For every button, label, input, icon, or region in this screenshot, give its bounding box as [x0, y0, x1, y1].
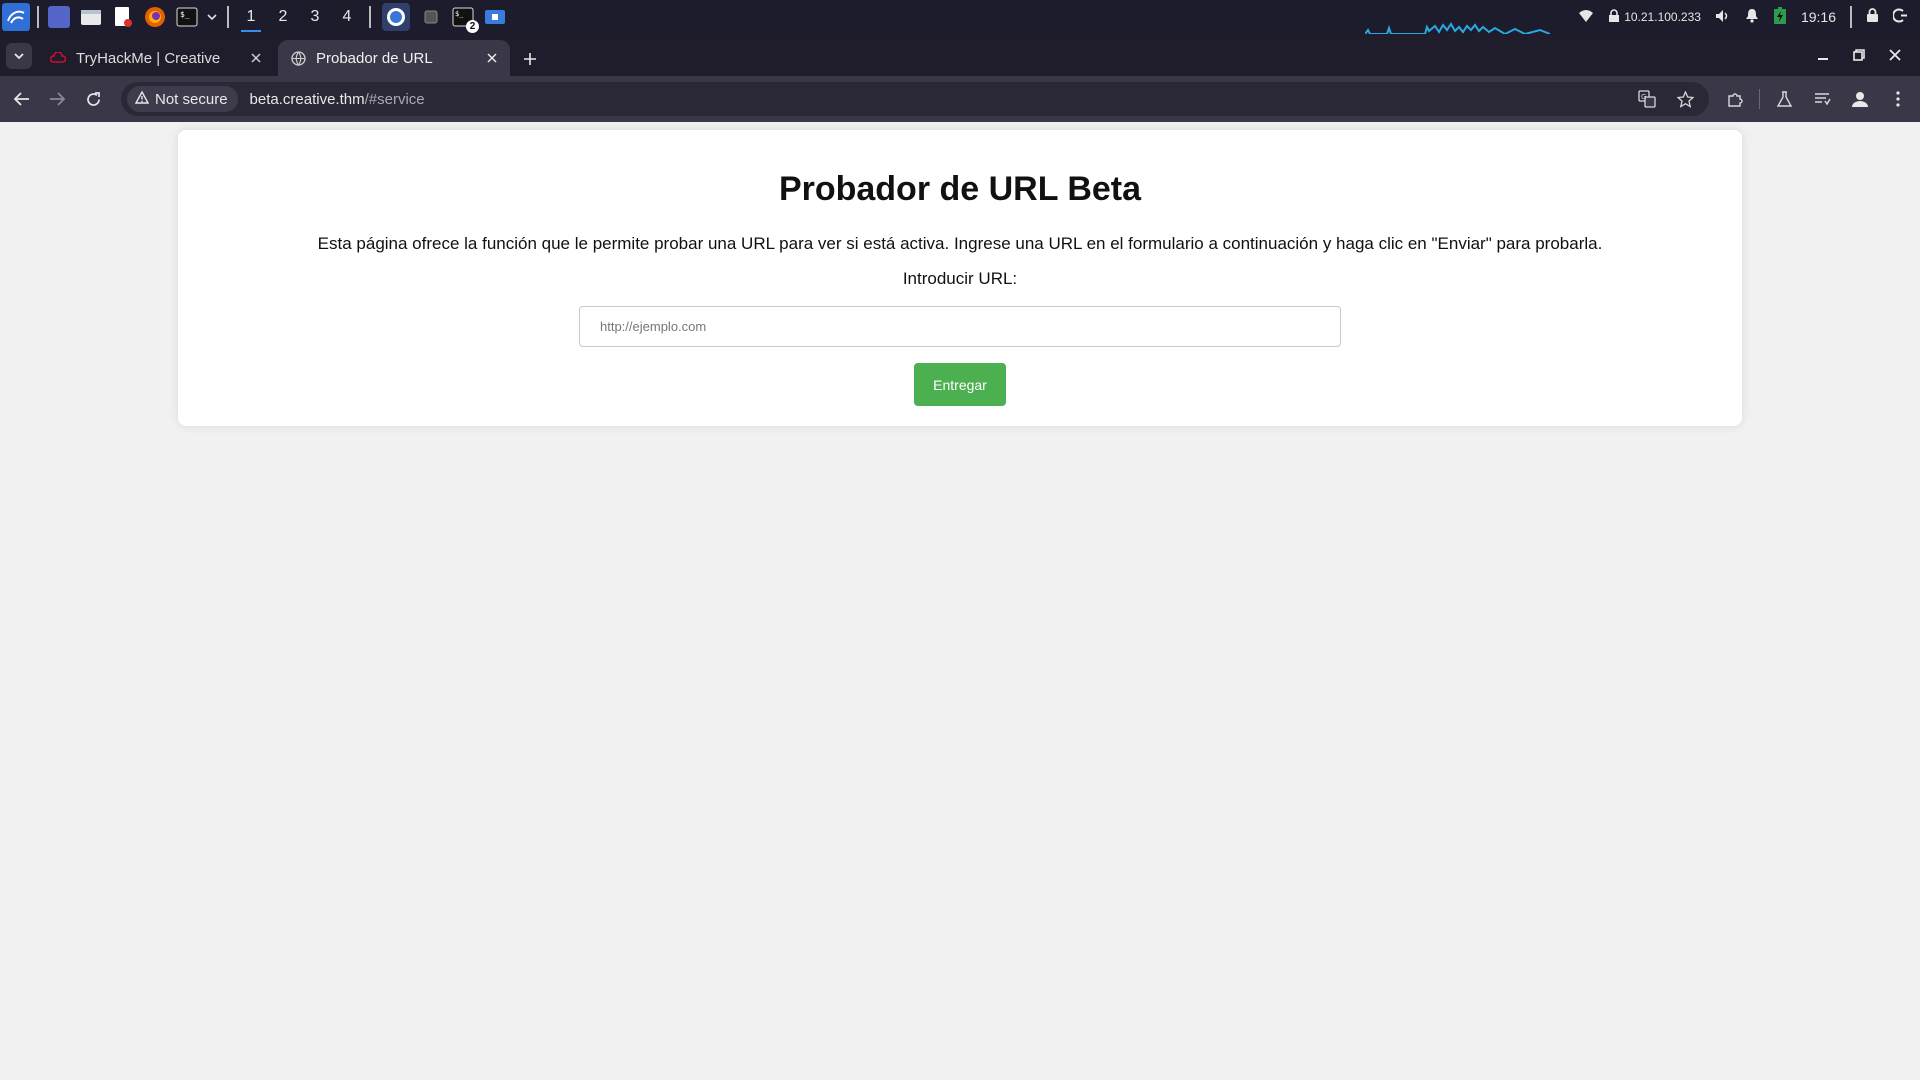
extensions-puzzle-icon[interactable]	[1721, 85, 1749, 113]
reading-list-icon[interactable]	[1808, 85, 1836, 113]
url-input-label: Introducir URL:	[902, 269, 1018, 288]
bookmark-star-icon[interactable]	[1673, 87, 1697, 111]
system-tray: 10.21.100.233 19:16	[1578, 0, 1920, 34]
url-host: beta.creative.thm	[249, 90, 365, 108]
file-manager-icon[interactable]	[80, 6, 102, 28]
taskbar-separator	[37, 6, 39, 28]
close-window-icon[interactable]	[1884, 44, 1906, 66]
translate-icon[interactable]: G	[1635, 87, 1659, 111]
toolbar-actions	[1721, 85, 1912, 113]
workspace-4-button[interactable]: 4	[331, 0, 363, 34]
svg-text:$_: $_	[180, 10, 190, 19]
clock-label[interactable]: 19:16	[1801, 9, 1836, 25]
taskbar-separator	[369, 6, 371, 28]
tray-separator	[1850, 6, 1852, 28]
labs-flask-icon[interactable]	[1770, 85, 1798, 113]
battery-icon[interactable]	[1773, 6, 1787, 28]
url-path: /#service	[364, 90, 425, 108]
firefox-icon[interactable]	[144, 6, 166, 28]
close-tab-icon[interactable]	[246, 48, 266, 68]
ip-address-label: 10.21.100.233	[1624, 10, 1701, 24]
logout-icon[interactable]	[1892, 8, 1908, 26]
url-text[interactable]: beta.creative.thm/#service	[250, 91, 425, 108]
new-tab-button[interactable]	[518, 47, 542, 71]
security-label: Not secure	[155, 90, 228, 108]
reload-button[interactable]	[79, 85, 107, 113]
workspace-3-button[interactable]: 3	[299, 0, 331, 34]
volume-icon[interactable]	[1715, 9, 1731, 26]
close-tab-icon[interactable]	[482, 48, 502, 68]
url-tester-card: Probador de URL Beta Esta página ofrece …	[178, 130, 1742, 426]
tab-probador-de-url[interactable]: Probador de URL	[278, 40, 510, 76]
security-indicator[interactable]: Not secure	[127, 86, 238, 112]
submit-button[interactable]: Entregar	[914, 363, 1006, 406]
globe-icon	[290, 50, 306, 66]
page-viewport: Probador de URL Beta Esta página ofrece …	[0, 122, 1920, 1080]
tab-title: TryHackMe | Creative	[76, 49, 221, 67]
back-button[interactable]	[8, 85, 36, 113]
wifi-icon[interactable]	[1578, 9, 1594, 26]
terminal-icon[interactable]: $_	[176, 6, 198, 28]
restore-icon[interactable]	[1848, 44, 1870, 66]
chromium-window-icon[interactable]	[382, 3, 410, 31]
kali-menu-icon[interactable]	[2, 3, 30, 31]
os-taskbar: $_ 1 2 3 4 $_ 2 10.21.100.233 19:16	[0, 0, 1920, 34]
url-input[interactable]	[579, 306, 1341, 347]
terminal-count-badge: 2	[466, 20, 479, 33]
text-editor-icon[interactable]	[112, 6, 134, 28]
forward-button[interactable]	[43, 85, 71, 113]
screenshot-tool-icon[interactable]	[484, 6, 506, 28]
tab-title: Probador de URL	[316, 49, 433, 67]
lock-screen-icon[interactable]	[1866, 8, 1879, 26]
svg-text:G: G	[1641, 93, 1646, 101]
more-menu-icon[interactable]	[1884, 85, 1912, 113]
tab-search-button[interactable]	[6, 43, 32, 69]
workspace-1-button[interactable]: 1	[235, 0, 267, 34]
page-description: Esta página ofrece la función que le per…	[317, 234, 1603, 253]
address-bar[interactable]: Not secure beta.creative.thm/#service G	[121, 82, 1709, 116]
minimize-icon[interactable]	[1812, 44, 1834, 66]
vpn-status[interactable]: 10.21.100.233	[1608, 8, 1701, 26]
show-desktop-icon[interactable]	[48, 6, 70, 28]
chevron-down-icon[interactable]	[206, 6, 218, 28]
workspace-2-button[interactable]: 2	[267, 0, 299, 34]
taskbar-launchers: $_ 1 2 3 4 $_ 2	[0, 0, 511, 34]
address-bar-actions: G	[1635, 87, 1697, 111]
warning-triangle-icon	[134, 90, 150, 108]
vpn-lock-icon	[1608, 8, 1620, 26]
terminal-window-icon[interactable]: $_ 2	[452, 6, 479, 33]
profile-avatar-icon[interactable]	[1846, 85, 1874, 113]
browser-tab-strip: TryHackMe | Creative Probador de URL	[0, 34, 1920, 76]
tab-tryhackme[interactable]: TryHackMe | Creative	[38, 40, 274, 76]
browser-toolbar: Not secure beta.creative.thm/#service G	[0, 76, 1920, 122]
tryhackme-logo-icon	[50, 50, 66, 66]
network-activity-graph	[1365, 22, 1551, 34]
toolbar-separator	[1759, 89, 1760, 109]
notifications-bell-icon[interactable]	[1745, 8, 1759, 26]
window-placeholder-icon[interactable]	[420, 6, 442, 28]
window-controls	[1812, 34, 1920, 76]
svg-text:$_: $_	[455, 10, 464, 18]
taskbar-separator	[227, 6, 229, 28]
page-title: Probador de URL Beta	[778, 170, 1142, 208]
